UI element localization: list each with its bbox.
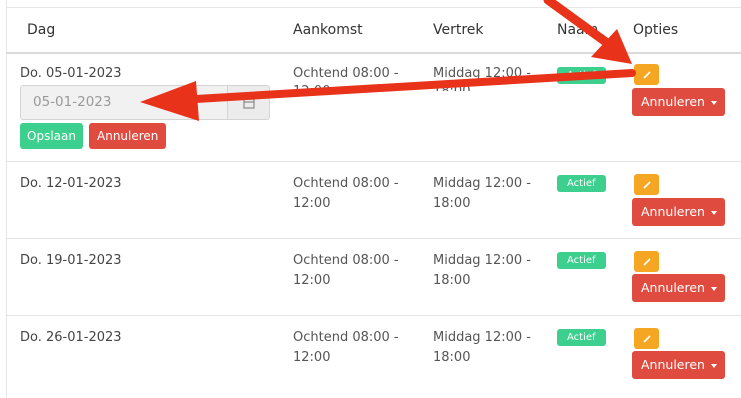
row-arrival-line1: Ochtend 08:00 -	[293, 330, 399, 345]
row-departure-line2: 18:00	[433, 196, 471, 211]
row-day: Do. 19-01-2023	[20, 253, 122, 268]
edit-button[interactable]	[634, 64, 659, 85]
calendar-button[interactable]	[228, 85, 270, 120]
row-day: Do. 05-01-2023	[20, 66, 122, 81]
row-divider	[6, 161, 741, 162]
header-divider	[6, 52, 741, 54]
row-departure-line1: Middag 12:00 -	[433, 176, 531, 191]
caret-down-icon	[710, 100, 717, 105]
cancel-dropdown-button[interactable]: Annuleren	[632, 198, 725, 226]
cancel-dropdown-button[interactable]: Annuleren	[632, 351, 725, 379]
pencil-icon	[642, 180, 651, 189]
row-day: Do. 26-01-2023	[20, 330, 122, 345]
row-divider	[6, 238, 741, 239]
row-departure-line1: Middag 12:00 -	[433, 330, 531, 345]
pencil-icon	[642, 257, 651, 266]
row-divider	[6, 315, 741, 316]
pencil-icon	[642, 70, 651, 79]
column-header-departure: Vertrek	[433, 22, 484, 38]
row-arrival-line2: 12:00	[293, 81, 330, 91]
row-departure-line2: 18:00	[433, 81, 470, 91]
edit-button[interactable]	[634, 328, 659, 349]
cancel-dropdown-label: Annuleren	[641, 357, 705, 372]
row-arrival-line2: 12:00	[293, 273, 331, 288]
column-header-name: Naam	[557, 22, 599, 38]
row-arrival-line1: Ochtend 08:00 -	[293, 176, 399, 191]
status-badge: Actief	[557, 67, 606, 84]
row-departure-line2: 18:00	[433, 273, 471, 288]
column-header-options: Opties	[633, 22, 679, 38]
cancel-dropdown-label: Annuleren	[641, 94, 705, 109]
pencil-icon	[642, 334, 651, 343]
column-header-arrival: Aankomst	[293, 22, 363, 38]
cancel-dropdown-button[interactable]: Annuleren	[632, 274, 725, 302]
table-border	[6, 0, 7, 398]
column-header-day: Dag	[27, 22, 56, 38]
edit-button[interactable]	[634, 251, 659, 272]
caret-down-icon	[710, 286, 717, 291]
row-arrival-line2: 12:00	[293, 350, 331, 365]
status-badge: Actief	[557, 329, 606, 346]
save-button[interactable]: Opslaan	[20, 123, 83, 149]
row-day: Do. 12-01-2023	[20, 176, 122, 191]
row-departure-line1: Middag 12:00 -	[433, 253, 531, 268]
table-top-border	[6, 7, 741, 8]
date-input[interactable]: 05-01-2023	[20, 85, 228, 120]
edit-button[interactable]	[634, 174, 659, 195]
cancel-dropdown-label: Annuleren	[641, 204, 705, 219]
status-badge: Actief	[557, 252, 606, 269]
row-departure-line2: 18:00	[433, 350, 471, 365]
row-arrival-line2: 12:00	[293, 196, 331, 211]
cancel-dropdown-label: Annuleren	[641, 280, 705, 295]
caret-down-icon	[710, 363, 717, 368]
status-badge: Actief	[557, 175, 606, 192]
caret-down-icon	[710, 210, 717, 215]
booking-table-page: Dag Aankomst Vertrek Naam Opties Do. 05-…	[0, 0, 741, 398]
row-arrival-line1: Ochtend 08:00 -	[293, 253, 399, 268]
cancel-edit-button[interactable]: Annuleren	[89, 123, 167, 149]
cancel-dropdown-button[interactable]: Annuleren	[632, 88, 725, 116]
calendar-icon	[243, 98, 255, 109]
